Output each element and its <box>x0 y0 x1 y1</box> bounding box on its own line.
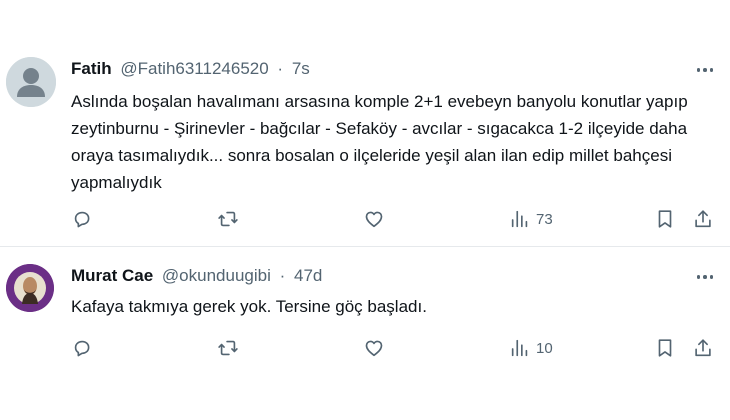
timestamp[interactable]: 47d <box>294 266 322 285</box>
share-button[interactable] <box>692 204 714 234</box>
views-icon <box>511 339 528 357</box>
tweet[interactable]: Murat Cae @okunduugibi · 47d Kafaya takm… <box>0 248 730 420</box>
more-icon[interactable] <box>694 59 716 81</box>
share-icon <box>695 339 711 357</box>
views-count: 73 <box>536 210 553 228</box>
views-button[interactable]: 10 <box>509 333 553 363</box>
views-button[interactable]: 73 <box>509 204 553 234</box>
bookmark-icon <box>658 339 672 357</box>
views-icon <box>511 210 528 228</box>
bookmark-icon <box>658 210 672 228</box>
profile-photo-icon <box>6 264 54 312</box>
bookmark-button[interactable] <box>654 204 676 234</box>
tweet[interactable]: Fatih @Fatih6311246520 · 7s Aslında boşa… <box>0 0 730 247</box>
retweet-icon <box>218 211 238 227</box>
tweet-divider <box>0 246 730 247</box>
reply-button[interactable] <box>71 204 93 234</box>
avatar[interactable] <box>6 264 54 312</box>
like-icon <box>365 211 383 228</box>
tweet-text: Kafaya takmıya gerek yok. Tersine göç ba… <box>71 297 427 316</box>
action-bar: 10 <box>0 333 730 363</box>
action-bar: 73 <box>0 204 730 234</box>
user-name[interactable]: Murat Cae <box>71 266 153 285</box>
tweet-text: Aslında boşalan havalımanı arsasına komp… <box>71 92 688 192</box>
views-count: 10 <box>536 339 553 357</box>
user-name[interactable]: Fatih <box>71 59 112 78</box>
retweet-button[interactable] <box>217 333 239 363</box>
timestamp[interactable]: 7s <box>292 59 310 78</box>
like-button[interactable] <box>363 204 385 234</box>
bookmark-button[interactable] <box>654 333 676 363</box>
retweet-icon <box>218 340 238 356</box>
user-handle[interactable]: @okunduugibi <box>162 266 271 285</box>
reply-button[interactable] <box>71 333 93 363</box>
reply-icon <box>74 340 90 357</box>
default-avatar-icon <box>6 57 56 107</box>
user-handle[interactable]: @Fatih6311246520 <box>120 59 268 78</box>
separator: · <box>277 59 284 78</box>
more-icon[interactable] <box>694 266 716 288</box>
share-button[interactable] <box>692 333 714 363</box>
like-icon <box>365 340 383 357</box>
retweet-button[interactable] <box>217 204 239 234</box>
avatar[interactable] <box>6 57 56 107</box>
tweet-header: Murat Cae @okunduugibi · 47d <box>71 265 322 287</box>
reply-icon <box>74 211 90 228</box>
like-button[interactable] <box>363 333 385 363</box>
separator: · <box>279 266 286 285</box>
share-icon <box>695 210 711 228</box>
tweet-header: Fatih @Fatih6311246520 · 7s <box>71 58 310 80</box>
